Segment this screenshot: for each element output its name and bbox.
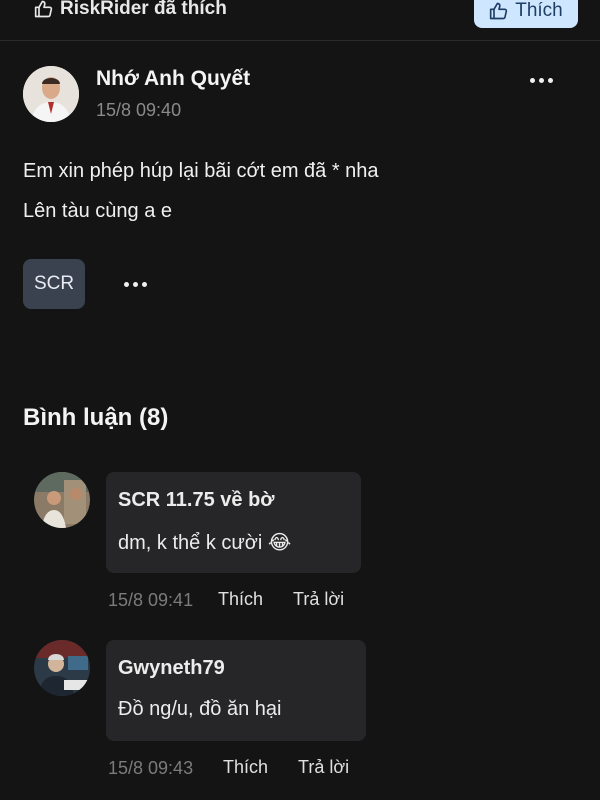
- comment-author[interactable]: Gwyneth79: [118, 657, 225, 680]
- liked-by: RiskRider đã thích: [34, 0, 227, 22]
- post-text-line-1: Em xin phép húp lại bãi cớt em đã * nha: [23, 160, 379, 182]
- comment-like-button[interactable]: Thích: [223, 757, 268, 778]
- avatar-image: [34, 640, 90, 696]
- avatar-image: [34, 472, 90, 528]
- comment-reply-button[interactable]: Trả lời: [298, 757, 349, 778]
- post-timestamp: 15/8 09:40: [96, 100, 182, 120]
- comment-avatar[interactable]: [34, 640, 90, 696]
- post-text-line-2: Lên tàu cùng a e: [23, 200, 173, 222]
- thumbs-up-icon: [34, 0, 53, 18]
- comment-bubble: [106, 472, 361, 573]
- comments-header: Bình luận (8): [23, 404, 169, 431]
- avatar-image: [23, 66, 79, 122]
- like-button[interactable]: Thích: [474, 0, 578, 28]
- comment-avatar[interactable]: [34, 472, 90, 528]
- more-icon: [529, 77, 553, 83]
- stock-tag-chip[interactable]: SCR: [23, 259, 85, 309]
- comment-bubble: [106, 640, 366, 741]
- comment-text: Đồ ng/u, đồ ăn hại: [118, 698, 282, 720]
- more-icon: [123, 281, 147, 287]
- comment-author[interactable]: SCR 11.75 về bờ: [118, 489, 275, 512]
- post-author-avatar[interactable]: [23, 66, 79, 122]
- like-button-label: Thích: [515, 0, 563, 21]
- comment-reply-button[interactable]: Trả lời: [293, 589, 344, 610]
- comment-like-button[interactable]: Thích: [218, 589, 263, 610]
- comment-timestamp: 15/8 09:43: [108, 758, 194, 778]
- post-author-name[interactable]: Nhớ Anh Quyết: [96, 67, 250, 91]
- stock-tag-label: SCR: [33, 273, 75, 294]
- post-more-button[interactable]: [526, 70, 556, 90]
- liked-by-text: RiskRider đã thích: [60, 0, 227, 19]
- comment-text: dm, k thể k cười 😂: [118, 532, 292, 554]
- liked-bar: RiskRider đã thích Thích: [0, 0, 600, 41]
- thumbs-up-icon: [490, 2, 508, 20]
- tag-more-button[interactable]: [118, 275, 152, 293]
- comment-timestamp: 15/8 09:41: [108, 590, 194, 610]
